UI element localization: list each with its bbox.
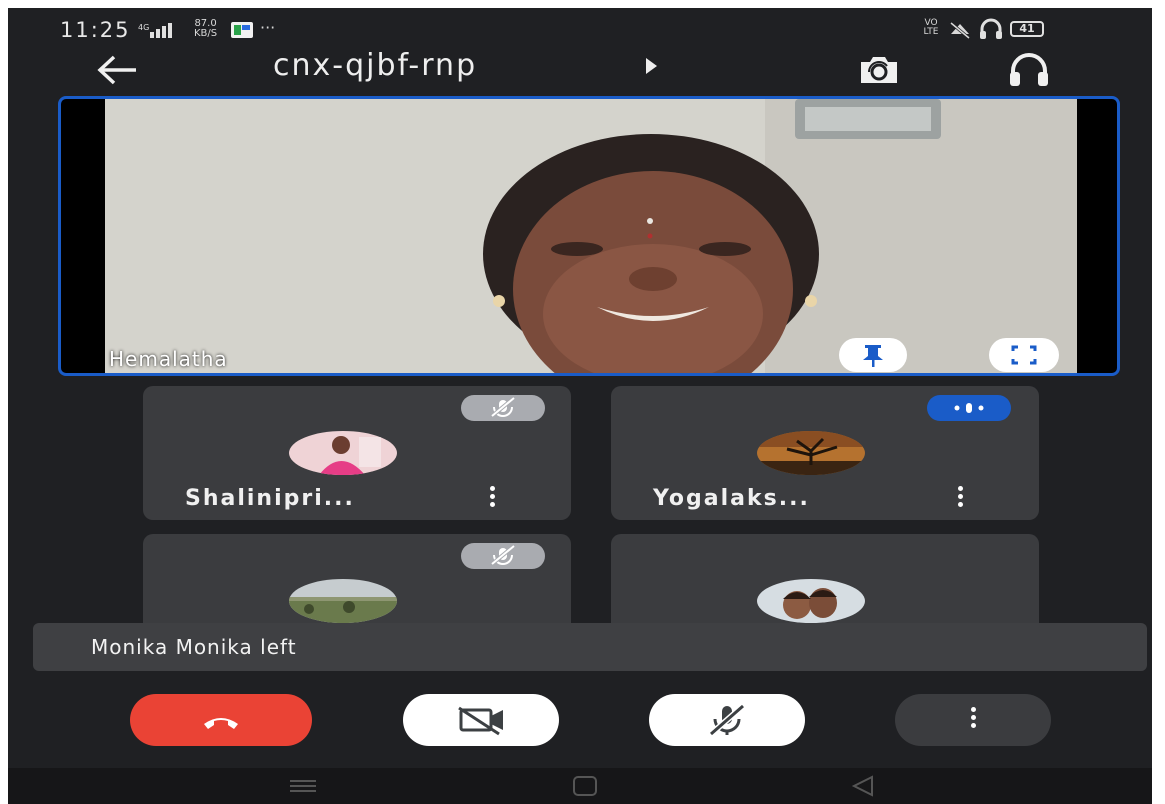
system-nav-bar: [8, 768, 1152, 804]
switch-camera-icon: [861, 57, 897, 83]
volte-icon: VO LTE: [923, 18, 939, 37]
back-arrow-icon: [97, 55, 136, 85]
mic-toggle-button[interactable]: [649, 694, 805, 746]
more-options-button[interactable]: [895, 694, 1051, 746]
status-time: 11:25: [60, 18, 131, 42]
battery-level: 41: [1019, 22, 1035, 35]
end-call-button[interactable]: [130, 694, 312, 746]
back-button[interactable]: [94, 52, 140, 88]
headset-icon: [980, 18, 1002, 39]
fullscreen-button[interactable]: [989, 338, 1059, 372]
meeting-code[interactable]: cnx-qjbf-rnp: [273, 48, 477, 83]
participant-tile[interactable]: Shalinipri...: [143, 386, 571, 520]
avatar-image: [757, 431, 865, 475]
muted-badge: [461, 543, 545, 569]
switch-camera-button[interactable]: [854, 50, 904, 90]
couple-photo-avatar: [757, 579, 865, 623]
participant-name: Shalinipri...: [185, 486, 355, 511]
signal-icon: 4G: [138, 23, 172, 38]
pink-photo-avatar: [289, 431, 397, 475]
pin-button[interactable]: [839, 338, 907, 372]
network-speed: 87.0 KB/S: [194, 19, 217, 39]
home-icon[interactable]: [568, 772, 602, 800]
camera-off-icon: [458, 706, 503, 736]
participant-left-toast: Monika Monika left: [33, 623, 1147, 671]
camera-toggle-button[interactable]: [403, 694, 559, 746]
mute-icon: [950, 21, 970, 40]
recent-apps-icon[interactable]: [286, 774, 320, 798]
notification-app-icon: [231, 22, 253, 38]
more-vert-icon: [968, 707, 978, 735]
participant-video-frame: [105, 99, 1077, 373]
end-call-icon: [204, 718, 238, 729]
status-overflow: ···: [260, 18, 276, 37]
avatar-image: [757, 579, 865, 623]
mic-off-icon: [490, 396, 516, 418]
avatar-image: [289, 431, 397, 475]
audio-level-icon: [954, 403, 984, 413]
main-video-feed: [105, 99, 1077, 373]
avatar-image: [289, 579, 397, 623]
more-vert-icon[interactable]: [487, 486, 497, 514]
mic-off-icon: [490, 544, 516, 566]
main-video-tile[interactable]: Hemalatha: [58, 96, 1120, 376]
back-nav-icon[interactable]: [846, 772, 880, 800]
participant-tile[interactable]: Yogalaks...: [611, 386, 1039, 520]
participant-name: Yogalaks...: [653, 486, 810, 511]
caret-right-icon[interactable]: [646, 58, 657, 74]
fullscreen-icon: [1011, 345, 1037, 365]
phone-screen: 11:25 4G 87.0 KB/S ··· VO LTE 41 cnx-qjb…: [8, 8, 1152, 804]
headphones-icon: [1010, 53, 1048, 86]
pin-icon: [863, 345, 883, 367]
tree-sunset-avatar: [757, 431, 865, 475]
speaker-name: Hemalatha: [109, 347, 228, 371]
landscape-avatar: [289, 579, 397, 623]
audio-output-button[interactable]: [1004, 51, 1054, 91]
battery-icon: 41: [1010, 21, 1044, 37]
more-vert-icon[interactable]: [955, 486, 965, 514]
svg-text:4G: 4G: [138, 23, 149, 32]
speaking-indicator: [927, 395, 1011, 421]
network-speed-unit: KB/S: [194, 28, 218, 39]
muted-badge: [461, 395, 545, 421]
toast-message: Monika Monika left: [91, 635, 297, 659]
mic-off-icon: [709, 703, 745, 737]
